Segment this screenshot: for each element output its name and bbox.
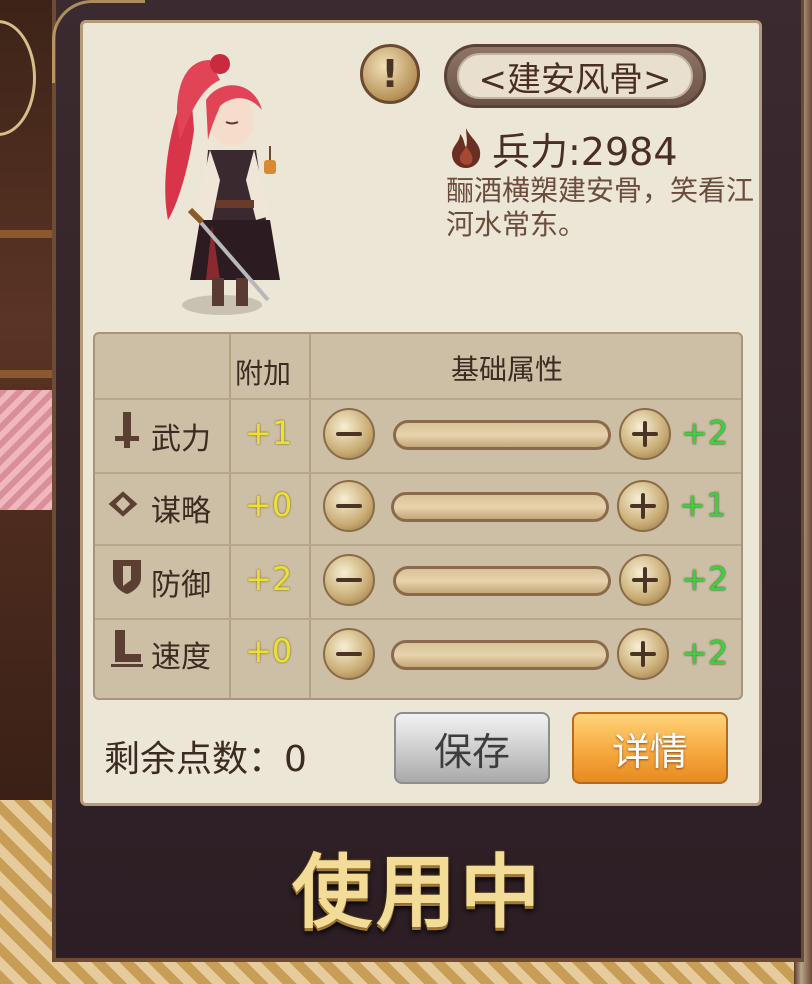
in-use-status: 使用中 bbox=[292, 845, 544, 939]
decrease-speed-button[interactable] bbox=[323, 628, 375, 680]
troops-value: 兵力:2984 bbox=[492, 129, 678, 174]
background-shelf bbox=[0, 370, 60, 378]
row-divider bbox=[95, 544, 741, 546]
save-button[interactable]: 保存 bbox=[394, 712, 550, 784]
column-divider bbox=[229, 334, 231, 698]
background-shelf bbox=[0, 230, 60, 238]
strategy-icon bbox=[108, 491, 138, 517]
sword-icon bbox=[115, 412, 139, 448]
attribute-label-speed: 速度 bbox=[151, 640, 211, 675]
header-bonus: 附加 bbox=[235, 357, 292, 390]
attribute-label-defense: 防御 bbox=[151, 568, 211, 603]
column-divider bbox=[309, 334, 311, 698]
base-value-defense: +2 bbox=[681, 560, 729, 598]
decrease-strategy-button[interactable] bbox=[323, 480, 375, 532]
decrease-defense-button[interactable] bbox=[323, 554, 375, 606]
row-divider bbox=[95, 472, 741, 474]
base-value-speed: +2 bbox=[681, 634, 729, 672]
flame-icon bbox=[452, 128, 481, 168]
force-slider[interactable] bbox=[393, 420, 611, 450]
header-base: 基础属性 bbox=[451, 353, 564, 386]
attribute-table: 附加 基础属性 武力 +1 +2 谋略 +0 +1 防御 +2 +2 速度 +0 bbox=[93, 332, 743, 700]
increase-defense-button[interactable] bbox=[619, 554, 671, 606]
shield-icon bbox=[113, 560, 141, 594]
bonus-value-force: +1 bbox=[245, 414, 293, 452]
boot-icon bbox=[111, 630, 143, 667]
remaining-points: 剩余点数：0 bbox=[104, 739, 307, 780]
base-value-strategy: +1 bbox=[679, 486, 727, 524]
name-tag: <建安风骨> bbox=[444, 44, 706, 108]
base-value-force: +2 bbox=[681, 414, 729, 452]
row-divider bbox=[95, 618, 741, 620]
detail-button[interactable]: 详情 bbox=[572, 712, 728, 784]
general-portrait[interactable] bbox=[150, 50, 290, 320]
row-divider bbox=[95, 398, 741, 400]
strategy-slider[interactable] bbox=[391, 492, 609, 522]
speed-slider[interactable] bbox=[391, 640, 609, 670]
increase-strategy-button[interactable] bbox=[617, 480, 669, 532]
troops-row: 兵力:2984 bbox=[446, 124, 678, 174]
general-quote: 酾酒横槊建安骨，笑看江河水常东。 bbox=[446, 174, 755, 241]
bonus-value-defense: +2 bbox=[245, 560, 293, 598]
alert-icon[interactable]: ! bbox=[360, 44, 420, 104]
bonus-value-strategy: +0 bbox=[245, 486, 293, 524]
general-name: <建安风骨> bbox=[457, 53, 693, 100]
decrease-force-button[interactable] bbox=[323, 408, 375, 460]
defense-slider[interactable] bbox=[393, 566, 611, 596]
bonus-value-speed: +0 bbox=[245, 632, 293, 670]
increase-force-button[interactable] bbox=[619, 408, 671, 460]
increase-speed-button[interactable] bbox=[617, 628, 669, 680]
attribute-label-strategy: 谋略 bbox=[151, 494, 211, 529]
attribute-label-force: 武力 bbox=[151, 422, 211, 457]
